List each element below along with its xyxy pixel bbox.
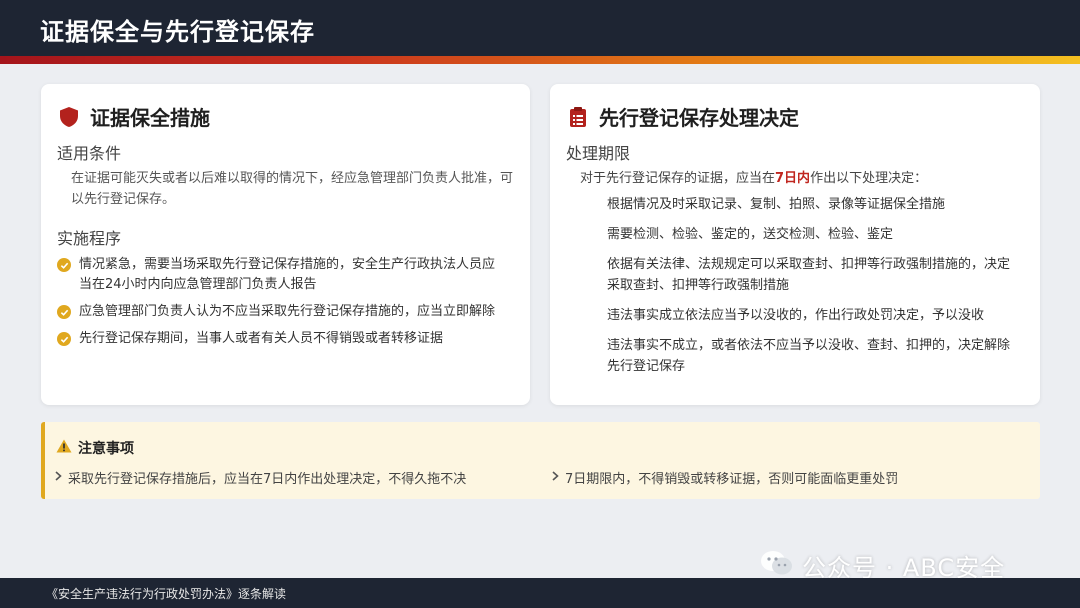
list-item: 应急管理部门负责人认为不应当采取先行登记保存措施的，应当立即解除	[57, 302, 507, 322]
notice-item: 采取先行登记保存措施后，应当在7日内作出处理决定，不得久拖不决	[55, 468, 466, 487]
procedure-heading: 实施程序	[57, 229, 122, 248]
procedure-list: 情况紧急，需要当场采取先行登记保存措施的，安全生产行政执法人员应当在24小时内向…	[57, 255, 507, 356]
notice-title: 注意事项	[56, 438, 134, 458]
page-title: 证据保全与先行登记保存	[40, 18, 315, 46]
footer-text: 《安全生产违法行为行政处罚办法》逐条解读	[46, 587, 287, 601]
deadline-heading: 处理期限	[566, 144, 631, 163]
registration-decision-card: 先行登记保存处理决定 处理期限 对于先行登记保存的证据，应当在7日内作出以下处理…	[550, 84, 1040, 405]
header-accent-stripe	[0, 56, 1080, 64]
footer-bar: 《安全生产违法行为行政处罚办法》逐条解读	[0, 578, 1080, 608]
evidence-preservation-card: 证据保全措施 适用条件 在证据可能灭失或者以后难以取得的情况下，经应急管理部门负…	[41, 84, 530, 405]
intro-text: 作出以下处理决定：	[810, 171, 928, 186]
conditions-text: 在证据可能灭失或者以后难以取得的情况下，经应急管理部门负责人批准，可以先行登记保…	[71, 171, 514, 207]
card-title: 证据保全措施	[58, 102, 210, 131]
notice-item-text: 7日期限内，不得销毁或转移证据，否则可能面临更重处罚	[565, 472, 899, 487]
header-bar: 证据保全与先行登记保存	[0, 0, 1080, 56]
list-item: 需要检测、检验、鉴定的，送交检测、检验、鉴定	[607, 227, 894, 242]
list-item: 违法事实成立依法应当予以没收的，作出行政处罚决定，予以没收	[607, 308, 985, 323]
decision-list: 根据情况及时采取记录、复制、拍照、录像等证据保全措施 需要检测、检验、鉴定的，送…	[607, 194, 1022, 386]
procedure-item-text: 应急管理部门负责人认为不应当采取先行登记保存措施的，应当立即解除	[79, 304, 496, 319]
list-item: 先行登记保存期间，当事人或者有关人员不得销毁或者转移证据	[57, 329, 507, 349]
notice-box: 注意事项 采取先行登记保存措施后，应当在7日内作出处理决定，不得久拖不决 7日期…	[41, 422, 1040, 499]
list-item: 根据情况及时采取记录、复制、拍照、录像等证据保全措施	[607, 197, 946, 212]
intro-text: 对于先行登记保存的证据，应当在	[580, 171, 776, 186]
deadline-highlight: 7日内	[775, 171, 811, 186]
check-circle-icon	[57, 258, 71, 272]
procedure-item-text: 情况紧急，需要当场采取先行登记保存措施的，安全生产行政执法人员应当在24小时内向…	[79, 257, 496, 292]
notice-item-text: 采取先行登记保存措施后，应当在7日内作出处理决定，不得久拖不决	[68, 472, 467, 487]
procedure-item-text: 先行登记保存期间，当事人或者有关人员不得销毁或者转移证据	[79, 331, 444, 346]
chevron-right-icon	[552, 470, 559, 485]
conditions-heading: 适用条件	[57, 144, 122, 163]
card-title-text: 先行登记保存处理决定	[599, 106, 799, 130]
list-item: 情况紧急，需要当场采取先行登记保存措施的，安全生产行政执法人员应当在24小时内向…	[57, 255, 507, 295]
chevron-right-icon	[55, 470, 62, 485]
decision-intro: 对于先行登记保存的证据，应当在7日内作出以下处理决定：	[580, 168, 1025, 189]
list-item: 依据有关法律、法规规定可以采取查封、扣押等行政强制措施的，决定采取查封、扣押等行…	[607, 257, 1011, 293]
notice-title-text: 注意事项	[78, 441, 134, 457]
check-circle-icon	[57, 332, 71, 346]
notice-item: 7日期限内，不得销毁或转移证据，否则可能面临更重处罚	[552, 468, 898, 487]
warning-icon	[56, 439, 72, 457]
check-circle-icon	[57, 305, 71, 319]
shield-icon	[58, 106, 80, 128]
list-item: 违法事实不成立，或者依法不应当予以没收、查封、扣押的，决定解除先行登记保存	[607, 338, 1011, 374]
card-title-text: 证据保全措施	[90, 106, 210, 130]
clipboard-icon	[567, 106, 589, 128]
card-title: 先行登记保存处理决定	[567, 102, 799, 131]
